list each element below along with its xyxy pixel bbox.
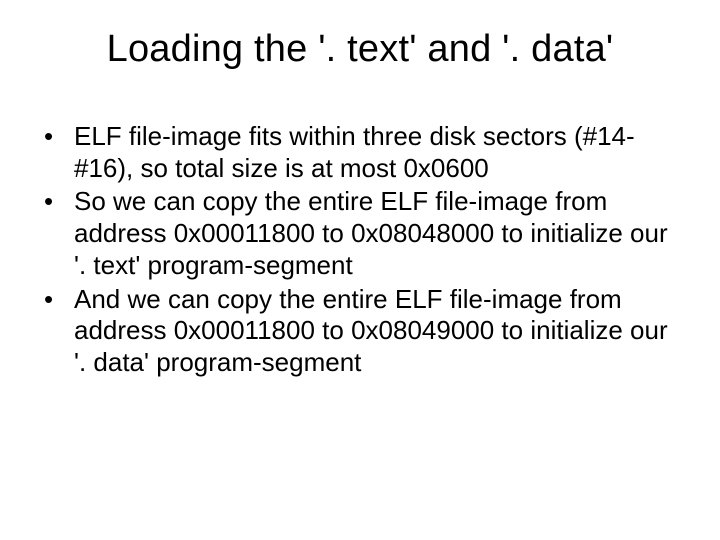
list-item: So we can copy the entire ELF file-image… xyxy=(44,186,680,281)
page-title: Loading the '. text' and '. data' xyxy=(40,28,680,71)
list-item: ELF file-image fits within three disk se… xyxy=(44,121,680,184)
list-item: And we can copy the entire ELF file-imag… xyxy=(44,284,680,379)
bullet-list: ELF file-image fits within three disk se… xyxy=(40,121,680,379)
